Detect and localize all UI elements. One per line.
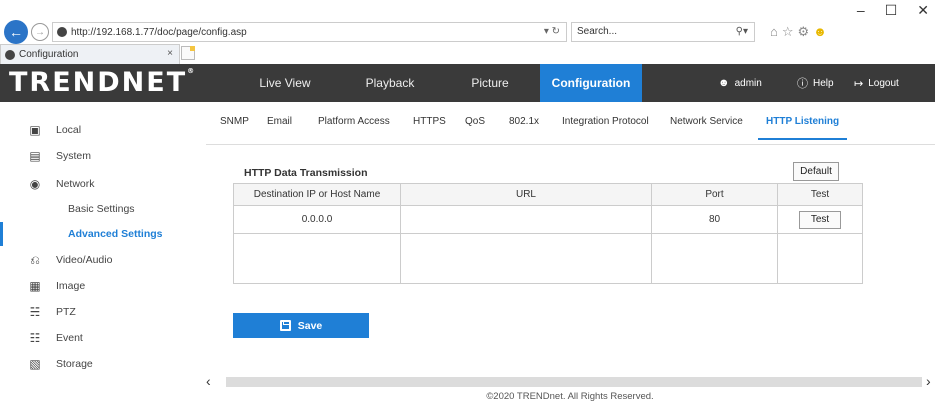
calendar-icon: ☷ <box>29 331 41 345</box>
settings-gear-icon[interactable]: ⚙ <box>798 24 810 40</box>
scrollbar-track[interactable] <box>226 377 922 387</box>
site-favicon-icon <box>57 27 67 37</box>
refresh-icon[interactable]: ▾ ↻ <box>544 26 560 37</box>
close-window-button[interactable]: ✕ <box>917 2 929 19</box>
cell-port[interactable]: 80 <box>651 205 778 234</box>
sidebar-item-label: System <box>56 150 92 162</box>
search-placeholder: Search... <box>577 26 618 37</box>
test-button[interactable]: Test <box>799 210 841 229</box>
tab-qos[interactable]: QoS <box>465 116 485 140</box>
tab-network-service[interactable]: Network Service <box>670 116 743 140</box>
tab-integration-protocol[interactable]: Integration Protocol <box>562 116 649 140</box>
globe-icon: ◉ <box>29 177 41 191</box>
forward-arrow-icon[interactable]: → <box>31 23 49 41</box>
footer-copyright: ©2020 TRENDnet. All Rights Reserved. <box>486 391 654 402</box>
sidebar-item-label: Storage <box>56 358 93 370</box>
maximize-button[interactable]: ☐ <box>885 2 898 19</box>
browser-toolbar: ⌂ ☆ ⚙ ☻ <box>770 24 827 40</box>
cell-test: Test <box>777 205 863 234</box>
monitor-icon: ▣ <box>29 123 41 137</box>
system-icon: ▤ <box>29 149 41 163</box>
horizontal-scrollbar[interactable]: ‹ › <box>204 373 935 389</box>
sidebar-item-event[interactable]: ☷ Event <box>0 326 200 350</box>
user-icon: ☻ <box>718 77 730 89</box>
sidebar-item-network[interactable]: ◉ Network <box>0 172 200 196</box>
sidebar-item-label: Network <box>56 178 95 190</box>
tab-8021x[interactable]: 802.1x <box>509 116 539 140</box>
cell-url[interactable] <box>400 205 652 234</box>
help-link[interactable]: ⓘ Help <box>797 64 834 102</box>
scroll-left-icon[interactable]: ‹ <box>206 373 211 389</box>
browser-chrome: – ☐ ✕ ← → http://192.168.1.77/doc/page/c… <box>0 0 935 64</box>
table-header-row: Destination IP or Host Name URL Port Tes… <box>233 183 863 206</box>
storage-icon: ▧ <box>29 357 41 371</box>
sidebar-item-advanced-settings[interactable]: Advanced Settings <box>0 222 200 246</box>
sidebar-item-video-audio[interactable]: ⎌ Video/Audio <box>0 248 200 272</box>
trendnet-logo: TRENDNET® <box>9 67 197 98</box>
nav-picture[interactable]: Picture <box>455 64 525 102</box>
section-title: HTTP Data Transmission <box>244 167 368 179</box>
sidebar-item-basic-settings[interactable]: Basic Settings <box>0 197 200 221</box>
tab-https[interactable]: HTTPS <box>413 116 446 140</box>
search-icon[interactable]: ⚲▾ <box>736 26 748 37</box>
home-icon[interactable]: ⌂ <box>770 24 778 40</box>
feedback-smiley-icon[interactable]: ☻ <box>813 24 827 40</box>
col-test: Test <box>777 183 863 206</box>
tab-http-listening[interactable]: HTTP Listening <box>758 116 848 140</box>
sidebar-item-storage[interactable]: ▧ Storage <box>0 352 200 376</box>
tab-snmp[interactable]: SNMP <box>220 116 249 140</box>
address-bar[interactable]: http://192.168.1.77/doc/page/config.asp … <box>52 22 567 42</box>
col-url: URL <box>400 183 652 206</box>
table-empty-row <box>233 233 863 284</box>
sidebar-item-label: Local <box>56 124 82 136</box>
new-tab-button[interactable] <box>181 46 195 60</box>
sidebar-item-ptz[interactable]: ☵ PTZ <box>0 300 200 324</box>
image-icon: ▦ <box>29 279 41 293</box>
table-row[interactable]: 0.0.0.0 80 Test <box>233 205 863 234</box>
cell-destination[interactable]: 0.0.0.0 <box>233 205 401 234</box>
save-disk-icon <box>279 320 291 331</box>
col-destination: Destination IP or Host Name <box>233 183 401 206</box>
sidebar-item-label: Event <box>56 332 83 344</box>
save-label: Save <box>297 319 323 332</box>
http-transmission-table: Destination IP or Host Name URL Port Tes… <box>233 183 863 284</box>
nav-live-view[interactable]: Live View <box>250 64 320 102</box>
tab-email[interactable]: Email <box>267 116 292 140</box>
scroll-right-icon[interactable]: › <box>926 373 931 389</box>
logout-label: Logout <box>868 77 899 89</box>
help-label: Help <box>813 77 834 89</box>
search-input[interactable]: Search... ⚲▾ <box>571 22 755 42</box>
user-menu[interactable]: ☻ admin <box>718 64 762 102</box>
sidebar-item-system[interactable]: ▤ System <box>0 144 200 168</box>
username: admin <box>734 77 762 89</box>
url-text: http://192.168.1.77/doc/page/config.asp <box>71 26 247 38</box>
minimize-button[interactable]: – <box>857 2 865 19</box>
sidebar-item-local[interactable]: ▣ Local <box>0 118 200 142</box>
tab-platform-access[interactable]: Platform Access <box>318 116 390 140</box>
ptz-icon: ☵ <box>29 305 41 319</box>
sidebar: ▣ Local ▤ System ◉ Network Basic Setting… <box>0 102 200 406</box>
back-arrow-icon[interactable]: ← <box>4 20 28 44</box>
logout-link[interactable]: ↦ Logout <box>854 64 899 102</box>
browser-tab[interactable]: Configuration × <box>0 44 180 64</box>
nav-configuration[interactable]: Configuration <box>540 64 642 102</box>
tab-close-icon[interactable]: × <box>167 48 173 59</box>
logout-icon: ↦ <box>854 77 864 90</box>
tab-favicon-icon <box>5 49 15 60</box>
tab-divider <box>206 144 935 145</box>
col-port: Port <box>651 183 778 206</box>
camera-mic-icon: ⎌ <box>30 252 40 267</box>
window-controls: – ☐ ✕ <box>857 2 929 19</box>
app-header: TRENDNET® Live View Playback Picture Con… <box>0 64 935 102</box>
save-button[interactable]: Save <box>233 313 369 338</box>
sidebar-item-image[interactable]: ▦ Image <box>0 274 200 298</box>
nav-playback[interactable]: Playback <box>355 64 425 102</box>
favorites-star-icon[interactable]: ☆ <box>782 24 794 40</box>
sidebar-item-label: Image <box>56 280 86 292</box>
sidebar-item-label: PTZ <box>56 306 76 318</box>
tab-title: Configuration <box>19 49 79 60</box>
help-icon: ⓘ <box>797 78 808 90</box>
sidebar-item-label: Video/Audio <box>56 254 113 266</box>
default-button[interactable]: Default <box>793 162 839 181</box>
